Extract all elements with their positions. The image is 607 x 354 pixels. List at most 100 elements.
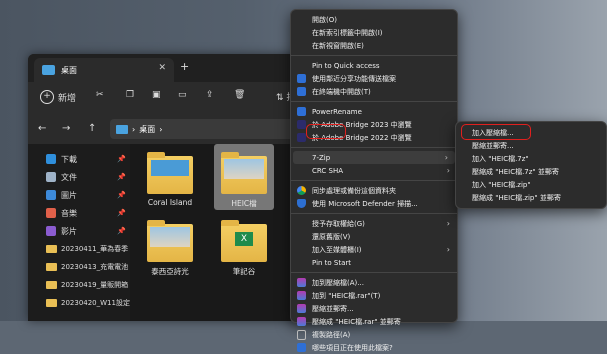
submenu-item-label: 壓縮成 "HEIC檔.7z" 並郵寄 [472, 167, 559, 176]
sidebar-item[interactable]: 圖片 📌 [28, 186, 130, 204]
context-menu-item[interactable]: 加到壓縮檔(A)... [291, 276, 457, 289]
sidebar-folder[interactable]: 20230413_充電電池 [28, 258, 130, 276]
menu-separator [291, 213, 457, 214]
context-menu-item[interactable]: 7-Zip › [293, 151, 455, 164]
chevron-right-icon: › [444, 153, 448, 162]
context-menu-item[interactable]: Pin to Quick access [291, 59, 457, 72]
file-name: 筆記谷 [232, 267, 256, 276]
share-icon [297, 74, 306, 83]
sidebar-item[interactable]: 文件 📌 [28, 168, 130, 186]
context-menu-item[interactable]: 使用鄰近分享功能傳送檔案 [291, 72, 457, 85]
annotation-highlight-7zip [306, 124, 346, 139]
menu-item-label: 加到 "HEIC檔.rar"(T) [312, 291, 381, 300]
context-menu-item[interactable]: 還原舊版(V) [291, 230, 457, 243]
menu-item-label: 同步處理或備份這個資料夾 [312, 186, 396, 195]
context-menu-item[interactable]: Pin to Start [291, 256, 457, 269]
menu-item-label: Pin to Quick access [312, 61, 380, 70]
submenu-item[interactable]: 加入 "HEIC檔.zip" [456, 178, 606, 191]
sidebar-folder[interactable]: 20230419_量販開箱 [28, 276, 130, 294]
menu-item-label: 在新視窗開啟(E) [312, 41, 364, 50]
submenu-item[interactable]: 加入 "HEIC檔.7z" [456, 152, 606, 165]
folder-icon [147, 220, 193, 262]
submenu-item-label: 壓縮成 "HEIC檔.zip" 並郵寄 [472, 193, 561, 202]
menu-item-label: CRC SHA [312, 166, 344, 175]
submenu-item-label: 壓縮並郵寄... [472, 141, 514, 150]
context-menu-item[interactable]: 哪些項目正在使用此檔案? [291, 341, 457, 354]
context-menu-item[interactable]: 壓縮成 "HEIC檔.rar" 並郵寄 [291, 315, 457, 328]
file-item-selected[interactable]: HEIC檔 [214, 144, 274, 210]
forward-arrow-icon[interactable]: → [62, 123, 70, 134]
context-menu-item[interactable]: 開啟(O) [291, 13, 457, 26]
menu-item-label: 加入至媒體櫃(I) [312, 245, 362, 254]
close-tab-icon[interactable]: ✕ [158, 63, 166, 73]
context-menu-item[interactable]: 複製路徑(A) [291, 328, 457, 341]
rename-icon[interactable]: ▭ [178, 90, 187, 100]
sidebar-item-icon [46, 208, 56, 218]
winrar-icon [297, 278, 306, 287]
winrar-icon [297, 291, 306, 300]
sidebar-item-label: 文件 [61, 172, 77, 182]
submenu-item[interactable]: 壓縮並郵寄... [456, 139, 606, 152]
file-item[interactable]: 泰西亞詩光 [140, 220, 200, 277]
new-tab-button[interactable]: + [180, 60, 189, 73]
menu-item-label: 還原舊版(V) [312, 232, 351, 241]
sidebar-item[interactable]: 下載 📌 [28, 150, 130, 168]
paste-icon[interactable]: ▣ [152, 90, 161, 100]
sidebar-item-icon [46, 154, 56, 164]
google-drive-icon [297, 186, 306, 195]
tab-title: 桌面 [61, 65, 77, 75]
context-menu-item[interactable]: 壓縮並郵寄... [291, 302, 457, 315]
tab-desktop[interactable]: 桌面 ✕ [34, 58, 174, 82]
blank-icon [297, 41, 306, 50]
folder-icon [147, 152, 193, 194]
menu-item-label: 複製路徑(A) [312, 330, 351, 339]
file-item[interactable]: Coral Island [140, 152, 200, 207]
cut-icon[interactable]: ✂ [96, 90, 104, 100]
menu-item-label: Pin to Start [312, 258, 352, 267]
blank-icon [297, 219, 306, 228]
sidebar-item-label: 音樂 [61, 208, 77, 218]
sidebar-folder-label: 20230419_量販開箱 [61, 281, 129, 289]
blank-icon [297, 61, 306, 70]
chevron-right-icon: › [446, 166, 450, 175]
folder-icon [221, 152, 267, 194]
context-menu-item[interactable]: 在新索引標籤中開啟(I) [291, 26, 457, 39]
menu-separator [291, 272, 457, 273]
desktop-folder-icon [42, 65, 55, 75]
up-arrow-icon[interactable]: ↑ [88, 123, 96, 134]
menu-item-label: 使用鄰近分享功能傳送檔案 [312, 74, 396, 83]
powerrename-icon [297, 107, 306, 116]
blank-icon [297, 28, 306, 37]
delete-icon[interactable]: 🗑 [234, 90, 245, 100]
context-menu-item[interactable]: PowerRename [291, 105, 457, 118]
menu-item-label: 在新索引標籤中開啟(I) [312, 28, 383, 37]
context-menu-item[interactable]: 使用 Microsoft Defender 掃描... [291, 197, 457, 210]
sidebar-folder[interactable]: 20230411_華為春季 [28, 240, 130, 258]
back-arrow-icon[interactable]: ← [38, 123, 46, 134]
menu-item-label: 在終端機中開啟(T) [312, 87, 371, 96]
file-item[interactable]: X 筆記谷 [214, 220, 274, 277]
sidebar-folder-label: 20230411_華為春季 [61, 245, 129, 253]
sidebar-item[interactable]: 影片 📌 [28, 222, 130, 240]
new-button[interactable]: + 新增 [40, 90, 76, 104]
context-menu-item[interactable]: 加到 "HEIC檔.rar"(T) [291, 289, 457, 302]
pin-icon: 📌 [117, 155, 126, 163]
blank-icon [297, 166, 306, 175]
blank-icon [297, 245, 306, 254]
submenu-item[interactable]: 壓縮成 "HEIC檔.7z" 並郵寄 [456, 165, 606, 178]
context-menu-item[interactable]: 在新視窗開啟(E) [291, 39, 457, 52]
menu-item-label: 壓縮成 "HEIC檔.rar" 並郵寄 [312, 317, 401, 326]
context-menu-item[interactable]: 授予存取權給(G) › [291, 217, 457, 230]
submenu-item[interactable]: 壓縮成 "HEIC檔.zip" 並郵寄 [456, 191, 606, 204]
breadcrumb-desktop[interactable]: 桌面 [139, 124, 155, 135]
copy-icon[interactable]: ❐ [126, 90, 134, 100]
sidebar-folder[interactable]: 20230420_W11設定 [28, 294, 130, 312]
context-menu-item[interactable]: CRC SHA › [291, 164, 457, 177]
context-menu-item[interactable]: 在終端機中開啟(T) [291, 85, 457, 98]
context-menu-item[interactable]: 同步處理或備份這個資料夾 [291, 184, 457, 197]
context-menu-item[interactable]: 加入至媒體櫃(I) › [291, 243, 457, 256]
context-menu: 開啟(O) 在新索引標籤中開啟(I) 在新視窗開啟(E) Pin to Quick a… [290, 9, 458, 352]
share-icon[interactable]: ⇪ [206, 90, 214, 100]
sidebar-item[interactable]: 音樂 📌 [28, 204, 130, 222]
pin-icon: 📌 [117, 191, 126, 199]
